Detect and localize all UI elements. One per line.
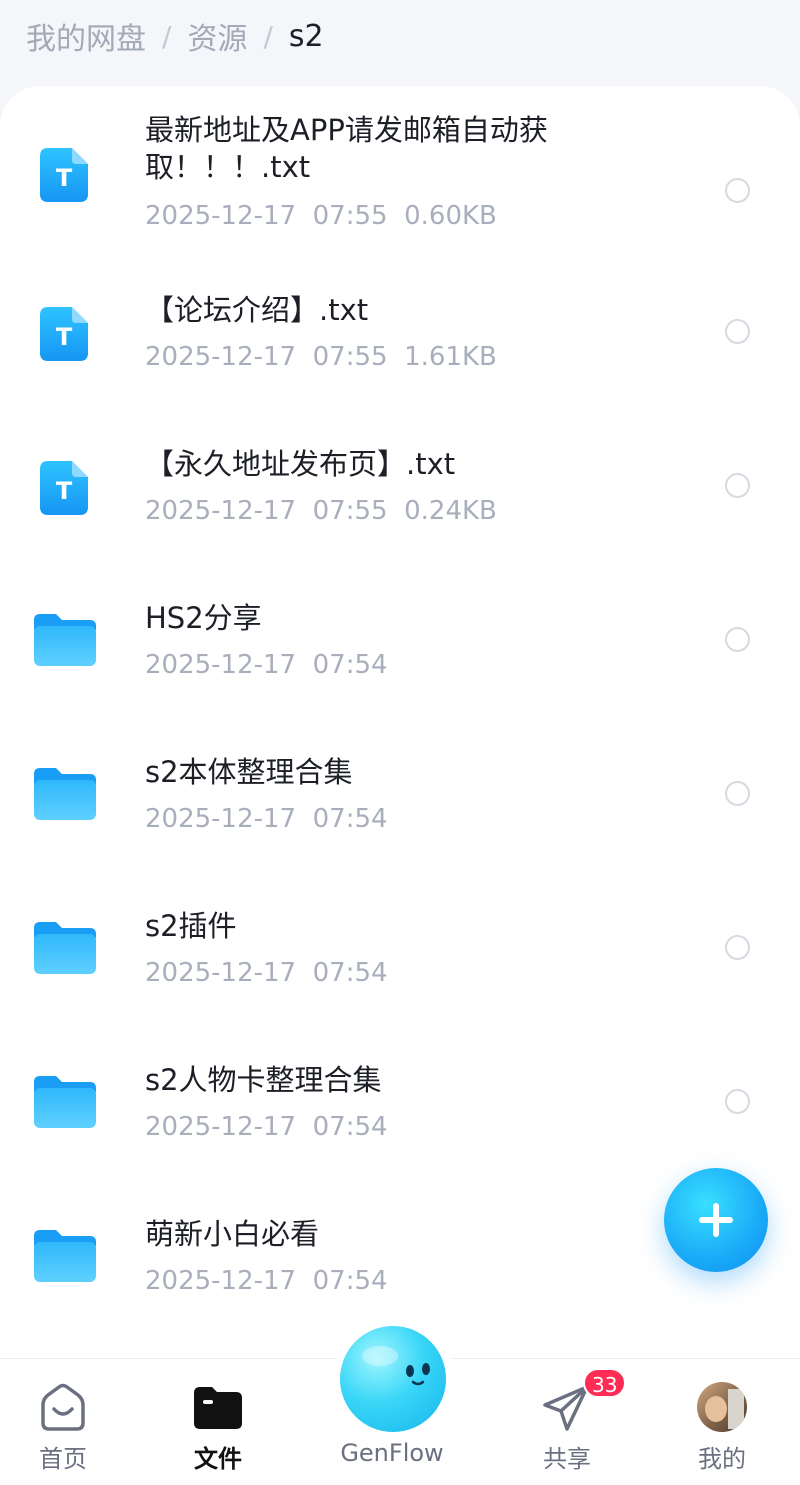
files-icon [194,1387,242,1429]
file-name: 【永久地址发布页】.txt [145,447,456,481]
folder-date: 2025-12-17 07:54 [145,650,388,680]
folder-name: 萌新小白必看 [145,1217,320,1251]
file-meta: 2025-12-17 07:55 0.24KB [145,496,497,526]
text-file-icon: T [40,307,88,361]
file-meta: 2025-12-17 07:55 1.61KB [145,342,497,372]
file-size: 0.24KB [404,496,497,526]
text-file-icon: T [40,461,88,515]
tab-genflow-label: GenFlow [340,1439,444,1467]
folder-name: s2人物卡整理合集 [145,1063,382,1097]
tab-me-label: 我的 [698,1445,746,1473]
home-icon [41,1383,85,1431]
file-date: 2025-12-17 07:55 [145,496,388,526]
file-date: 2025-12-17 07:55 [145,342,388,372]
folder-date: 2025-12-17 07:54 [145,1266,388,1296]
breadcrumb: 我的网盘 / 资源 / s2 [26,14,324,58]
breadcrumb-current: s2 [288,18,324,54]
file-row[interactable]: T 【永久地址发布页】.txt 2025-12-17 07:55 0.24KB [0,410,800,560]
file-size: 1.61KB [404,342,497,372]
file-meta: 2025-12-17 07:55 0.60KB [145,201,497,231]
breadcrumb-root[interactable]: 我的网盘 [26,14,146,58]
folder-date: 2025-12-17 07:54 [145,1112,388,1142]
folder-name: s2本体整理合集 [145,755,353,789]
folder-name: s2插件 [145,909,237,943]
tab-files-label: 文件 [194,1445,242,1473]
tab-files[interactable]: 文件 [153,1359,283,1485]
select-radio[interactable] [725,319,750,344]
avatar [697,1382,747,1432]
plus-icon [699,1203,733,1237]
file-row[interactable]: T 最新地址及APP请发邮箱自动获取！！！.txt 2025-12-17 07:… [0,106,800,256]
breadcrumb-middle[interactable]: 资源 [187,14,247,58]
select-radio[interactable] [725,178,750,203]
select-radio[interactable] [725,473,750,498]
breadcrumb-separator: / [162,19,172,53]
file-row[interactable]: T 【论坛介绍】.txt 2025-12-17 07:55 1.61KB [0,256,800,406]
folder-icon [34,922,96,974]
notification-badge: 33 [583,1368,627,1398]
svg-text:T: T [56,323,73,351]
text-file-icon: T [40,148,88,202]
tab-share-label: 共享 [543,1445,591,1473]
genflow-face-icon [362,1346,430,1386]
file-name: 最新地址及APP请发邮箱自动获取！！！.txt [145,113,548,184]
folder-row[interactable]: s2人物卡整理合集 2025-12-17 07:54 [0,1026,800,1176]
folder-icon [34,614,96,666]
folder-row[interactable]: s2本体整理合集 2025-12-17 07:54 [0,718,800,868]
breadcrumb-separator: / [263,19,273,53]
select-radio[interactable] [725,935,750,960]
folder-name: HS2分享 [145,601,262,635]
svg-text:T: T [56,164,73,192]
file-name: 【论坛介绍】.txt [145,293,369,327]
tab-me[interactable]: 我的 [657,1359,787,1485]
folder-icon [34,1230,96,1282]
select-radio[interactable] [725,781,750,806]
folder-row[interactable]: HS2分享 2025-12-17 07:54 [0,564,800,714]
file-size: 0.60KB [404,201,497,231]
folder-icon [34,1076,96,1128]
folder-row[interactable]: s2插件 2025-12-17 07:54 [0,872,800,1022]
genflow-orb-icon[interactable] [340,1326,446,1432]
folder-date: 2025-12-17 07:54 [145,958,388,988]
select-radio[interactable] [725,1089,750,1114]
add-button[interactable] [664,1168,768,1272]
folder-icon [34,768,96,820]
file-date: 2025-12-17 07:55 [145,201,388,231]
select-radio[interactable] [725,627,750,652]
file-list-panel: T 最新地址及APP请发邮箱自动获取！！！.txt 2025-12-17 07:… [0,86,800,1366]
tab-home[interactable]: 首页 [0,1359,128,1485]
svg-text:T: T [56,477,73,505]
folder-date: 2025-12-17 07:54 [145,804,388,834]
tab-home-label: 首页 [39,1445,87,1473]
